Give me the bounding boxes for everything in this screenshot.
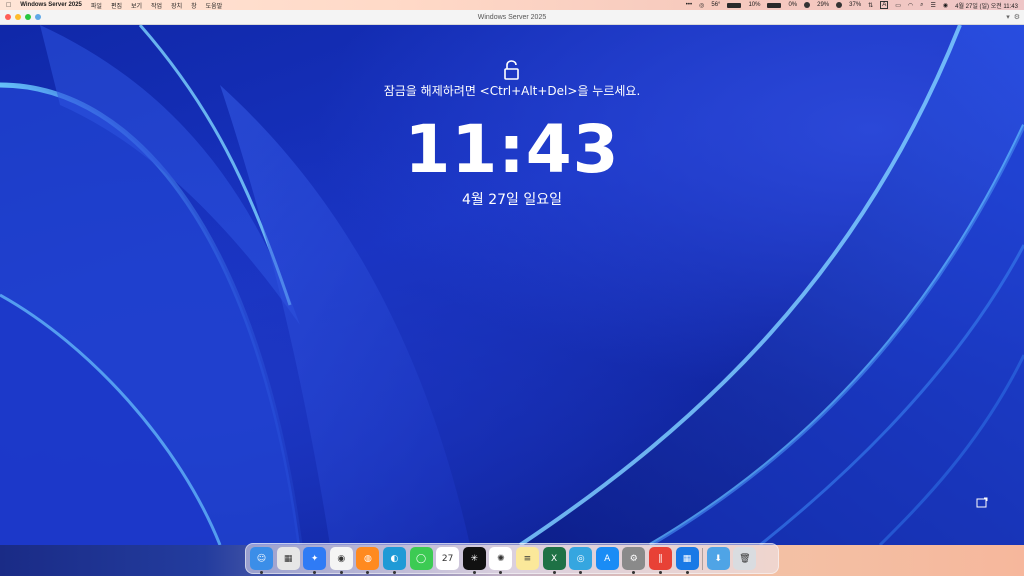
dock-excel-icon[interactable]: X — [542, 547, 566, 574]
dock-parallels-icon[interactable]: ∥ — [648, 547, 672, 574]
menu-window[interactable]: 창 — [191, 1, 197, 10]
running-indicator — [260, 571, 263, 574]
battery-1-status[interactable]: 10% — [748, 2, 760, 8]
dock-qmk-glyph: ◎ — [576, 553, 585, 564]
search-icon[interactable]: ⌕ — [920, 2, 923, 9]
coherence-button[interactable] — [35, 14, 41, 20]
lock-clock: 11:43 — [404, 111, 620, 188]
dock-messages-glyph: ◯ — [416, 553, 427, 564]
app-name-menu[interactable]: Windows Server 2025 — [20, 2, 82, 8]
input-source[interactable]: A — [880, 1, 889, 9]
dock-chrome-glyph: ◉ — [337, 553, 346, 564]
apple-menu-icon[interactable]:  — [6, 2, 11, 9]
window-title: Windows Server 2025 — [477, 13, 547, 21]
unlock-instruction: 잠금을 해제하려면 <Ctrl+Alt+Del>을 누르세요. — [383, 84, 641, 98]
siri-icon[interactable]: ◉ — [943, 2, 948, 9]
network-icon[interactable]: ⇅ — [868, 2, 873, 9]
dock-system-settings-glyph: ⚙ — [629, 553, 638, 564]
dock-messages-icon[interactable]: ◯ — [409, 547, 433, 570]
unlock-icon — [504, 60, 519, 80]
lock-screen[interactable]: 잠금을 해제하려면 <Ctrl+Alt+Del>을 누르세요. 11:43 4월… — [0, 25, 1024, 545]
menu-bar:  Windows Server 2025 파일 편집 보기 작업 장치 창 도… — [0, 0, 1024, 10]
cpu-status[interactable]: 29% — [817, 2, 829, 8]
dock-safari-icon[interactable]: ✦ — [303, 547, 327, 574]
dock-chatgpt-glyph: ✺ — [497, 553, 505, 564]
dock-notes-glyph: ≡ — [523, 553, 532, 564]
dock-launchpad-icon[interactable]: ▦ — [276, 547, 300, 570]
title-toolbar: ▾ ⚙ — [1006, 13, 1020, 21]
window-controls — [5, 14, 41, 20]
dropdown-icon[interactable]: ▾ — [1006, 13, 1010, 21]
dock-excel-glyph: X — [550, 553, 558, 564]
status-area: ••• ◎ 56° 10% 0% 29% 37% ⇅ A ▭ ◠ ⌕ ☰ ◉ 4… — [686, 1, 1018, 10]
dock-finder-glyph: ☺ — [256, 553, 267, 564]
battery-icon[interactable]: ▭ — [895, 2, 901, 9]
running-indicator — [632, 571, 636, 574]
dock-edge-glyph: ◐ — [390, 553, 399, 564]
dock-safari-glyph: ✦ — [310, 553, 319, 564]
dock-perplexity-icon[interactable]: ✳ — [462, 547, 486, 574]
battery-2-status[interactable]: 0% — [788, 2, 797, 8]
dock-trash-icon[interactable]: 🗑 — [733, 547, 757, 570]
running-indicator — [658, 571, 662, 574]
zoom-button[interactable] — [25, 14, 31, 20]
minimize-button[interactable] — [15, 14, 21, 20]
gear-icon[interactable]: ⚙ — [1014, 13, 1020, 21]
temperature-status[interactable]: 56° — [711, 2, 720, 8]
menu-actions[interactable]: 작업 — [151, 1, 162, 10]
running-indicator — [392, 571, 396, 574]
dock-windows-icon[interactable]: ▦ — [675, 547, 699, 574]
running-indicator — [499, 571, 503, 574]
battery-2-icon — [767, 2, 782, 8]
target-icon[interactable]: ◎ — [699, 2, 704, 9]
menu-view[interactable]: 보기 — [131, 1, 142, 10]
close-button[interactable] — [5, 14, 11, 20]
menu-edit[interactable]: 편집 — [111, 1, 122, 10]
running-indicator — [313, 571, 317, 574]
dock-chatgpt-icon[interactable]: ✺ — [489, 547, 513, 574]
dock-parallels-glyph: ∥ — [658, 553, 663, 564]
dock: ☺ ▦ ✦ ◉ ◍ ◐ ◯ 27 ✳ ✺ ≡ X ◎ A ⚙ ∥ ▦ ⬇ 🗑 — [245, 543, 779, 574]
dock-separator — [702, 547, 704, 570]
dock-downloads-folder-glyph: ⬇ — [714, 553, 722, 564]
dock-chrome-icon[interactable]: ◉ — [329, 547, 353, 574]
dock-firefox-glyph: ◍ — [363, 553, 372, 564]
more-icon[interactable]: ••• — [686, 2, 692, 8]
dock-notes-icon[interactable]: ≡ — [515, 547, 539, 570]
wallpaper-bloom — [0, 25, 1024, 545]
memory-icon — [836, 2, 843, 8]
menu-help[interactable]: 도움말 — [206, 1, 223, 10]
dock-windows-glyph: ▦ — [682, 553, 692, 564]
menu-file[interactable]: 파일 — [91, 1, 102, 10]
control-center-icon[interactable]: ☰ — [931, 2, 936, 9]
wifi-icon[interactable]: ◠ — [908, 2, 913, 9]
memory-status[interactable]: 37% — [849, 2, 861, 8]
dock-system-settings-icon[interactable]: ⚙ — [622, 547, 646, 574]
dock-app-store-glyph: A — [604, 553, 611, 564]
dock-launchpad-glyph: ▦ — [283, 553, 293, 564]
dock-calendar-glyph: 27 — [441, 553, 454, 564]
accessibility-icon[interactable] — [976, 497, 988, 509]
dock-edge-icon[interactable]: ◐ — [382, 547, 406, 574]
window-titlebar[interactable]: Windows Server 2025 ▾ ⚙ — [0, 10, 1024, 25]
dock-qmk-icon[interactable]: ◎ — [569, 547, 593, 574]
running-indicator — [579, 571, 583, 574]
dock-app-store-icon[interactable]: A — [595, 547, 619, 570]
dock-downloads-folder-icon[interactable]: ⬇ — [706, 547, 730, 570]
datetime[interactable]: 4월 27일 (일) 오전 11:43 — [955, 1, 1018, 10]
running-indicator — [552, 571, 556, 574]
battery-1-icon — [727, 2, 742, 8]
dock-perplexity-glyph: ✳ — [470, 553, 479, 564]
running-indicator — [339, 571, 343, 574]
running-indicator — [685, 571, 689, 574]
dock-trash-glyph: 🗑 — [739, 553, 751, 564]
dock-firefox-icon[interactable]: ◍ — [356, 547, 380, 574]
cpu-icon — [804, 2, 811, 8]
lock-date: 4월 27일 일요일 — [461, 192, 563, 208]
dock-calendar-icon[interactable]: 27 — [436, 547, 460, 570]
menu-devices[interactable]: 장치 — [171, 1, 182, 10]
running-indicator — [366, 571, 370, 574]
running-indicator — [472, 571, 476, 574]
dock-finder-icon[interactable]: ☺ — [250, 547, 273, 574]
